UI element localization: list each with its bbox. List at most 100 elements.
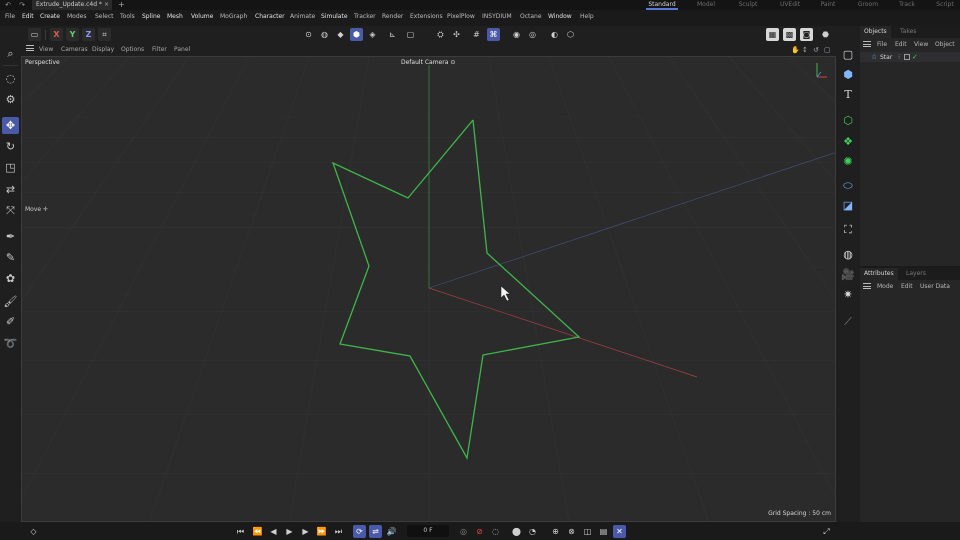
objects-menu-file[interactable]: File: [877, 41, 887, 48]
edges-mode-icon[interactable]: ◍: [318, 28, 331, 41]
previous-key-icon[interactable]: ⏪: [251, 525, 264, 538]
workplane-icon[interactable]: ✣: [450, 28, 463, 41]
3d-viewport[interactable]: Perspective Default Camera ⊙ Move ✛ Grid…: [21, 56, 836, 522]
attributes-menu-user-data[interactable]: User Data: [920, 283, 950, 290]
environment-icon[interactable]: ◍: [839, 246, 857, 264]
layout-tab-standard[interactable]: Standard: [646, 0, 678, 10]
objects-menu-icon[interactable]: [863, 41, 871, 47]
pan-view-icon[interactable]: ✋: [791, 46, 800, 54]
next-key-icon[interactable]: ⏩: [315, 525, 328, 538]
position-key-icon[interactable]: ⬤: [510, 525, 523, 538]
edit-render-settings-icon[interactable]: ◙: [800, 28, 813, 41]
objects-menu-object[interactable]: Object: [935, 41, 955, 48]
effector-icon[interactable]: ✺: [839, 153, 857, 171]
motion-clip-icon[interactable]: ▤: [597, 525, 610, 538]
spline-sketch-icon[interactable]: ✎: [2, 249, 19, 266]
layout-tab-model[interactable]: Model: [692, 0, 720, 10]
objects-menu-view[interactable]: View: [914, 41, 928, 48]
interactive-render-icon[interactable]: ⬣: [819, 28, 832, 41]
viewport-menu-options[interactable]: Options: [121, 46, 144, 53]
transfer-tool-icon[interactable]: ⇄: [2, 181, 19, 198]
light-icon[interactable]: ✷: [839, 286, 857, 304]
viewport-menu-view[interactable]: View: [39, 46, 53, 53]
attributes-menu-mode[interactable]: Mode: [877, 283, 893, 290]
fps-icon[interactable]: ⇌: [369, 525, 382, 538]
render-to-picture-viewer-icon[interactable]: ▦: [766, 28, 779, 41]
scale-key-icon[interactable]: ⊕: [549, 525, 562, 538]
menu-insydium[interactable]: INSYDIUM: [482, 13, 512, 20]
viewport-menu-filter[interactable]: Filter: [152, 46, 167, 53]
cloner-icon[interactable]: ❖: [839, 133, 857, 151]
projection-label[interactable]: Perspective: [25, 59, 60, 66]
deformer-icon[interactable]: ⬭: [839, 177, 857, 195]
list-item[interactable]: ☆ Star ⁝ ✓: [860, 52, 960, 62]
play-icon[interactable]: ▶: [283, 525, 296, 538]
attributes-menu-edit[interactable]: Edit: [901, 283, 913, 290]
tab-layers[interactable]: Layers: [902, 268, 930, 280]
menu-pixelplow[interactable]: PixelPlow: [447, 13, 475, 20]
rotate-view-icon[interactable]: ↺: [813, 46, 819, 54]
document-tab[interactable]: Extrude_Update.c4d * ×: [32, 0, 112, 10]
model-mode-icon[interactable]: ▭: [28, 28, 41, 41]
grid-snap-icon[interactable]: #: [470, 28, 483, 41]
selection-filter-icon[interactable]: ⚙: [2, 91, 19, 108]
move-view-icon[interactable]: ↕: [802, 46, 808, 54]
menu-octane[interactable]: Octane: [520, 13, 542, 20]
menu-extensions[interactable]: Extensions: [410, 13, 443, 20]
object-mode-icon[interactable]: ⬢: [350, 28, 363, 41]
viewport-menu-panel[interactable]: Panel: [174, 46, 190, 53]
points-mode-icon[interactable]: ⊙: [302, 28, 315, 41]
next-frame-icon[interactable]: ▶: [299, 525, 312, 538]
layout-tab-track[interactable]: Track: [895, 0, 919, 10]
record-keys-icon[interactable]: ◎: [457, 525, 470, 538]
x-axis-lock-button[interactable]: X: [50, 28, 63, 41]
search-icon[interactable]: ⌕: [2, 45, 19, 62]
menu-select[interactable]: Select: [95, 13, 114, 20]
enabled-check-icon[interactable]: ✓: [912, 53, 918, 61]
quantize-icon[interactable]: ⌘: [487, 28, 500, 41]
menu-tracker[interactable]: Tracker: [354, 13, 376, 20]
objects-menu-edit[interactable]: Edit: [895, 41, 907, 48]
subdivision-icon[interactable]: ⬡: [839, 112, 857, 130]
timeline-expand-icon[interactable]: ⤢: [820, 525, 833, 538]
menu-file[interactable]: File: [5, 13, 15, 20]
viewport-menu-display[interactable]: Display: [92, 46, 114, 53]
tab-objects[interactable]: Objects: [860, 26, 891, 38]
menu-create[interactable]: Create: [40, 13, 60, 20]
scene-icon[interactable]: ⛶: [839, 221, 857, 239]
text-icon[interactable]: T: [839, 86, 857, 104]
menu-tools[interactable]: Tools: [120, 13, 135, 20]
menu-simulate[interactable]: Simulate: [321, 13, 348, 20]
placement-tool-icon[interactable]: ⤧: [2, 202, 19, 219]
menu-animate[interactable]: Animate: [290, 13, 315, 20]
field-icon[interactable]: ◪: [839, 197, 857, 215]
render-active-icon[interactable]: ◐: [548, 28, 561, 41]
pla-key-icon[interactable]: ◫: [581, 525, 594, 538]
layer-box-icon[interactable]: [904, 54, 910, 60]
snap-icon[interactable]: ⛭: [434, 28, 447, 41]
pen-icon[interactable]: ✐: [2, 313, 19, 330]
render-view-icon[interactable]: ◎: [526, 28, 539, 41]
spline-smooth-icon[interactable]: ✿: [2, 270, 19, 287]
viewport-menu-cameras[interactable]: Cameras: [61, 46, 88, 53]
layout-tab-sculpt[interactable]: Sculpt: [734, 0, 762, 10]
previous-frame-icon[interactable]: ◀: [267, 525, 280, 538]
current-frame-field[interactable]: 0 F: [407, 525, 449, 537]
menu-help[interactable]: Help: [580, 13, 594, 20]
render-queue-icon[interactable]: ▩: [783, 28, 796, 41]
brush-icon[interactable]: ⟋: [839, 313, 857, 331]
lasso-icon[interactable]: ➰: [2, 335, 19, 352]
param-key-icon[interactable]: ⊗: [565, 525, 578, 538]
viewport-menu-icon[interactable]: [26, 45, 34, 51]
redo-icon[interactable]: ↷: [18, 1, 26, 9]
autokey-icon[interactable]: ⊘: [473, 525, 486, 538]
menu-render[interactable]: Render: [382, 13, 403, 20]
go-to-end-icon[interactable]: ⏭: [332, 525, 345, 538]
menu-mograph[interactable]: MoGraph: [220, 13, 247, 20]
rotation-key-icon[interactable]: ◔: [526, 525, 539, 538]
camera-label[interactable]: Default Camera ⊙: [401, 59, 455, 66]
axis-mode-icon[interactable]: ⊾: [386, 28, 399, 41]
tab-attributes[interactable]: Attributes: [860, 268, 898, 280]
scale-tool-icon[interactable]: ◳: [2, 159, 19, 176]
close-tab-icon[interactable]: ×: [104, 0, 109, 10]
